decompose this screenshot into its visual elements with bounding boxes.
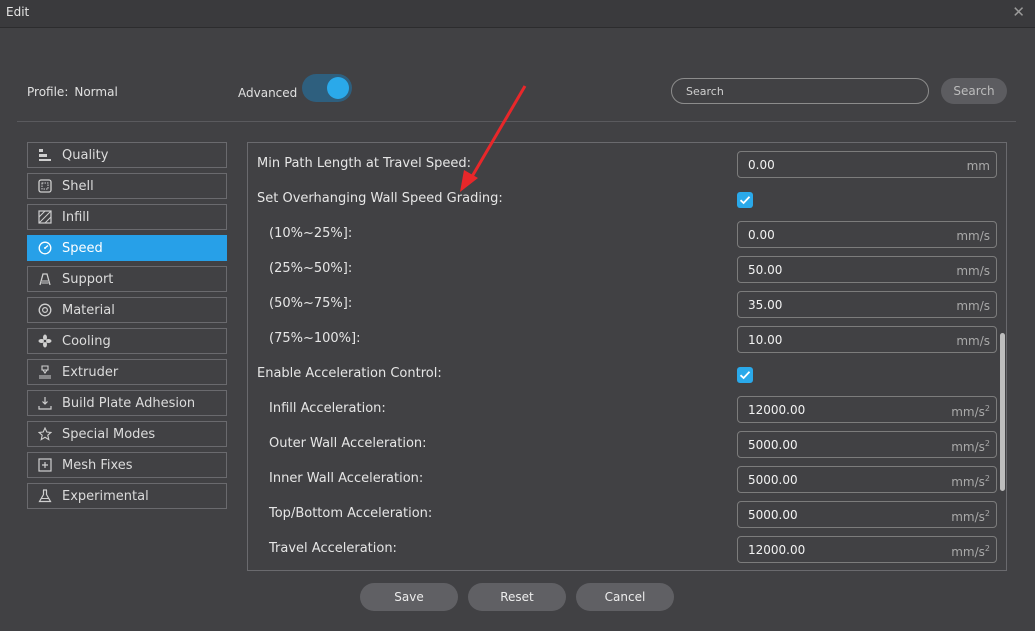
- annotation-arrow-icon: [460, 85, 527, 192]
- save-button[interactable]: Save: [360, 583, 458, 611]
- reset-button[interactable]: Reset: [468, 583, 566, 611]
- cancel-button[interactable]: Cancel: [576, 583, 674, 611]
